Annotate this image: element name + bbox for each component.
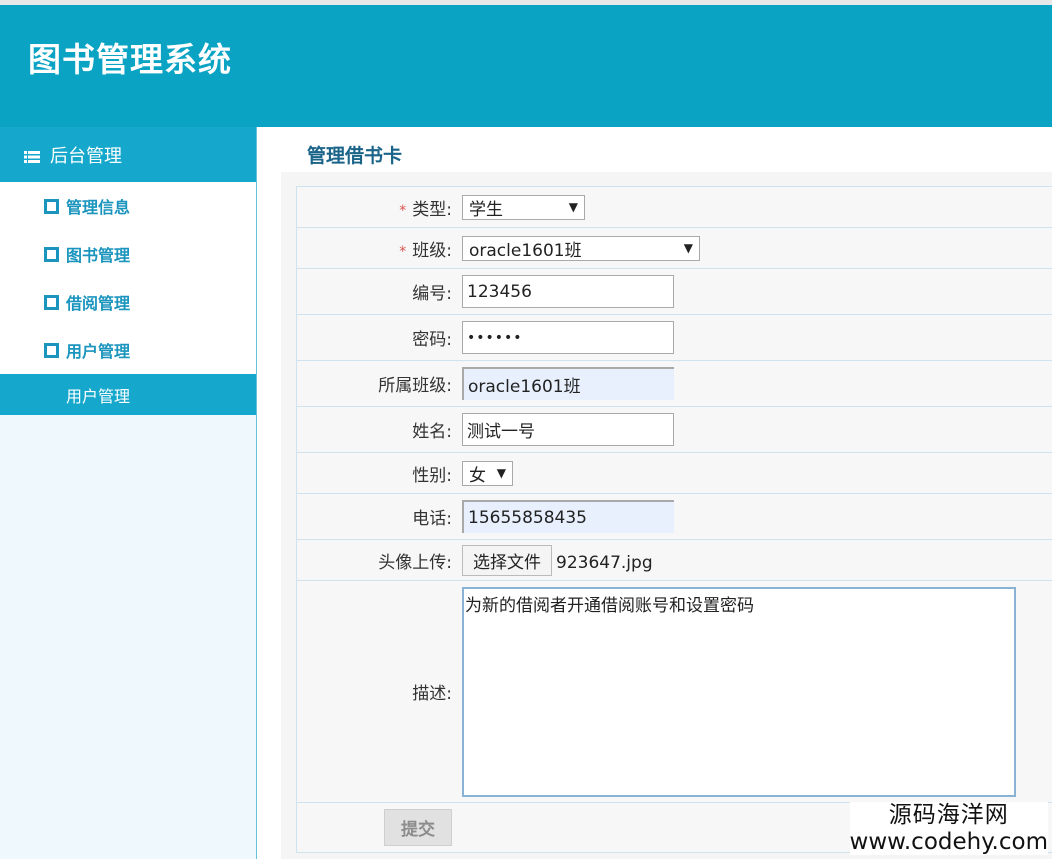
form-row-description: 描述: 为新的借阅者开通借阅账号和设置密码 [296, 580, 1052, 803]
form-row-type: * 类型: 学生 ▼ [296, 186, 1052, 228]
belong-class-label: 所属班级: [296, 360, 458, 407]
required-mark: * [399, 202, 407, 219]
sidebar-item-borrow-manage[interactable]: 借阅管理 [0, 278, 256, 326]
sidebar-item-book-manage[interactable]: 图书管理 [0, 230, 256, 278]
sidebar: 后台管理 管理信息 图书管理 借阅管理 用户管理 用户管理 [0, 127, 257, 859]
sidebar-item-label: 借阅管理 [66, 294, 131, 313]
app-title: 图书管理系统 [28, 40, 232, 79]
sidebar-item-user-manage[interactable]: 用户管理 [0, 326, 256, 374]
watermark: 源码海洋网 www.codehy.com [849, 802, 1048, 855]
form-row-gender: 性别: 女 ▼ [296, 452, 1052, 494]
list-icon [24, 148, 40, 163]
gender-select[interactable]: 女 ▼ [462, 460, 513, 486]
class-select[interactable]: oracle1601班 ▼ [462, 235, 700, 261]
file-name: 923647.jpg [556, 552, 653, 573]
form-row-belong-class: 所属班级: oracle1601班 [296, 360, 1052, 407]
password-label: 密码: [296, 314, 458, 361]
square-icon [44, 246, 59, 262]
watermark-cn: 源码海洋网 [888, 802, 1009, 828]
form-row-number: 编号: 123456 [296, 268, 1052, 315]
form-row-password: 密码: •••••• [296, 314, 1052, 361]
form-row-phone: 电话: 15655858435 [296, 493, 1052, 540]
square-icon [44, 198, 59, 214]
name-input[interactable]: 测试一号 [462, 413, 674, 446]
submit-button[interactable]: 提交 [384, 809, 452, 846]
sidebar-heading-label: 后台管理 [50, 145, 122, 167]
main-content: 管理借书卡 *类型: 学生 ▼ *班级: oracle1601班 ▼ 编号: [257, 127, 1052, 859]
watermark-en: www.codehy.com [849, 829, 1048, 855]
description-textarea[interactable]: 为新的借阅者开通借阅账号和设置密码 [462, 587, 1016, 797]
choose-file-button[interactable]: 选择文件 [462, 544, 552, 576]
gender-label: 性别: [296, 452, 458, 494]
phone-label: 电话: [296, 493, 458, 540]
sidebar-item-label: 管理信息 [66, 198, 131, 217]
type-label: * 类型: [296, 186, 458, 228]
card-form: * 类型: 学生 ▼ * 班级: oracle1601班 ▼ 编号: 123456 [296, 186, 1052, 853]
avatar-label: 头像上传: [296, 539, 458, 581]
square-icon [44, 294, 59, 310]
sidebar-item-manage-info[interactable]: 管理信息 [0, 182, 256, 230]
belong-class-input[interactable]: oracle1601班 [462, 367, 674, 400]
caret-down-icon: ▼ [568, 200, 578, 214]
class-select-value: oracle1601班 [469, 240, 582, 261]
number-label: 编号: [296, 268, 458, 315]
gender-select-value: 女 [469, 465, 486, 486]
sidebar-subitem-user-manage[interactable]: 用户管理 [0, 374, 256, 415]
password-input[interactable]: •••••• [462, 321, 674, 354]
sidebar-item-label: 图书管理 [66, 246, 131, 265]
number-input[interactable]: 123456 [462, 275, 674, 308]
caret-down-icon: ▼ [496, 466, 506, 480]
class-label: * 班级: [296, 227, 458, 269]
phone-input[interactable]: 15655858435 [462, 500, 674, 533]
form-row-class: * 班级: oracle1601班 ▼ [296, 227, 1052, 269]
type-select-value: 学生 [469, 199, 503, 220]
square-icon [44, 342, 59, 358]
form-row-avatar: 头像上传: 选择文件 923647.jpg [296, 539, 1052, 581]
submit-cell: 提交 [296, 802, 458, 853]
name-label: 姓名: [296, 406, 458, 453]
form-row-name: 姓名: 测试一号 [296, 406, 1052, 453]
sidebar-menu: 管理信息 图书管理 借阅管理 用户管理 [0, 182, 256, 374]
app-header: 图书管理系统 [0, 0, 1052, 127]
description-label: 描述: [296, 580, 458, 803]
caret-down-icon: ▼ [683, 241, 693, 255]
sidebar-item-label: 用户管理 [66, 342, 131, 361]
type-select[interactable]: 学生 ▼ [462, 194, 585, 220]
required-mark: * [399, 243, 407, 260]
page-title: 管理借书卡 [307, 145, 403, 167]
sidebar-heading[interactable]: 后台管理 [0, 127, 256, 182]
